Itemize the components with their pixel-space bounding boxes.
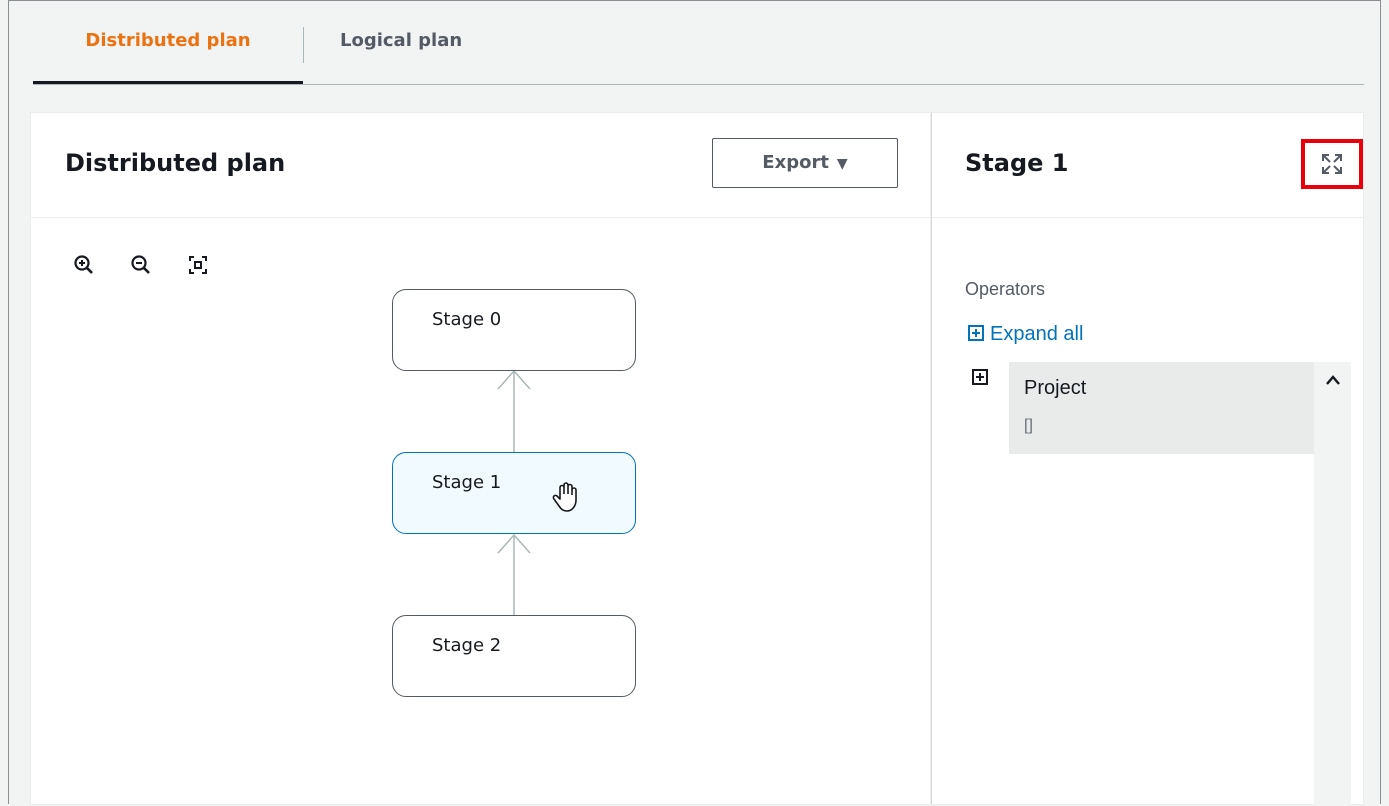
stage-detail-title: Stage 1 [965, 149, 1069, 177]
expand-all-label: Expand all [990, 323, 1084, 345]
stage-node-label: Stage 2 [432, 635, 502, 656]
tab-distributed-plan[interactable]: Distributed plan [33, 1, 303, 84]
fullscreen-button[interactable] [1301, 139, 1363, 189]
zoom-out-icon[interactable] [130, 254, 152, 276]
operator-args: [] [1024, 417, 1033, 434]
plus-square-icon [972, 369, 988, 385]
plan-panel-title: Distributed plan [65, 149, 286, 177]
tab-bar: Distributed plan Logical plan [33, 1, 1364, 85]
export-button[interactable]: Export ▼ [712, 138, 898, 188]
operator-name: Project [1024, 377, 1087, 399]
distributed-plan-panel: Distributed plan Export ▼ Stage 0 Stage … [30, 112, 931, 805]
stage-detail-header: Stage 1 [932, 113, 1363, 218]
zoom-in-icon[interactable] [73, 254, 95, 276]
stage-node-1[interactable]: Stage 1 [392, 452, 636, 534]
stage-detail-panel: Stage 1 Operators Expand all Project [] [931, 112, 1364, 806]
operator-scrollbar[interactable] [1314, 362, 1351, 806]
tab-logical-plan[interactable]: Logical plan [340, 1, 462, 83]
expand-all-link[interactable]: Expand all [968, 323, 1083, 346]
chevron-up-icon[interactable] [1325, 374, 1341, 386]
fullscreen-icon [1322, 154, 1342, 174]
stage-node-label: Stage 1 [432, 472, 502, 493]
hand-cursor-icon [552, 482, 577, 512]
export-button-label: Export [762, 152, 829, 173]
stage-node-0[interactable]: Stage 0 [392, 289, 636, 371]
app-frame: Distributed plan Logical plan Distribute… [8, 0, 1381, 806]
caret-down-icon: ▼ [836, 156, 848, 172]
tab-divider [303, 27, 304, 63]
stage-node-label: Stage 0 [432, 309, 502, 330]
plan-panel-header: Distributed plan Export ▼ [31, 113, 930, 218]
expand-operator-button[interactable] [972, 369, 994, 388]
operators-label: Operators [965, 279, 1046, 299]
stage-node-2[interactable]: Stage 2 [392, 615, 636, 697]
expand-plus-icon [968, 325, 984, 341]
fit-to-screen-icon[interactable] [187, 254, 209, 276]
operator-item[interactable]: Project [] [1009, 362, 1314, 454]
